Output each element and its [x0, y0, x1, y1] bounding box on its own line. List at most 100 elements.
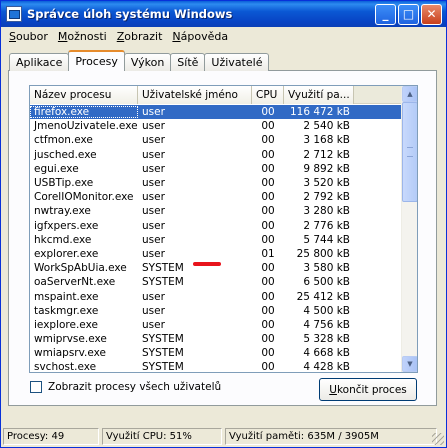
process-list[interactable]: Název procesu Uživatelské jméno CPU Využ…	[29, 85, 418, 373]
tab-procesy[interactable]: Procesy	[68, 50, 125, 71]
process-row[interactable]: nwtray.exe user 00 3 280 kB	[30, 204, 403, 218]
tab-strip: Aplikace Procesy Výkon Sítě Uživatelé	[9, 50, 270, 71]
process-row[interactable]: hkcmd.exe user 00 5 744 kB	[30, 233, 403, 247]
red-underline-annotation	[193, 262, 221, 266]
cpu-cell: 00	[261, 347, 275, 360]
process-name-cell: JmenoUzivatele.exe	[34, 120, 138, 133]
user-name-cell: user	[142, 205, 165, 218]
process-row[interactable]: egui.exe user 00 9 892 kB	[30, 162, 403, 176]
menu-napoveda[interactable]: Nápověda	[168, 30, 234, 43]
cpu-cell: 00	[261, 333, 275, 346]
cpu-cell: 00	[261, 276, 275, 289]
process-name-cell: wmiapsrv.exe	[34, 347, 106, 360]
memory-cell: 4 500 kB	[303, 304, 350, 317]
process-name-cell: egui.exe	[34, 162, 79, 175]
process-name-cell: USBTip.exe	[34, 177, 94, 190]
user-name-cell: user	[142, 304, 165, 317]
column-process-name[interactable]: Název procesu	[30, 86, 138, 104]
memory-cell: 2 712 kB	[303, 148, 350, 161]
process-row[interactable]: USBTip.exe user 00 3 520 kB	[30, 176, 403, 190]
cpu-cell: 00	[261, 304, 275, 317]
user-name-cell: user	[142, 219, 165, 232]
memory-cell: 5 328 kB	[303, 333, 350, 346]
process-row[interactable]: wmiprvse.exe SYSTEM 00 5 328 kB	[30, 332, 403, 346]
menu-moznosti[interactable]: Možnosti	[54, 30, 113, 43]
vertical-scrollbar[interactable]: ▲ ▼	[401, 86, 417, 372]
process-name-cell: igfxpers.exe	[34, 219, 99, 232]
tab-aplikace[interactable]: Aplikace	[9, 53, 70, 71]
user-name-cell: SYSTEM	[142, 276, 184, 289]
process-name-cell: CorelIOMonitor.exe	[34, 191, 134, 204]
cpu-cell: 00	[261, 290, 275, 303]
status-bar: Procesy: 49 Využití CPU: 51% Využití pam…	[1, 425, 446, 447]
column-user-name[interactable]: Uživatelské jméno	[138, 86, 252, 104]
minimize-button[interactable]: _	[375, 3, 396, 25]
process-row[interactable]: firefox.exe user 00 116 472 kB	[30, 105, 403, 120]
process-row[interactable]: wmiapsrv.exe SYSTEM 00 4 668 kB	[30, 346, 403, 360]
scroll-thumb[interactable]	[402, 102, 417, 202]
window-title: Správce úloh systému Windows	[27, 7, 233, 21]
cpu-cell: 00	[261, 148, 275, 161]
cpu-cell: 00	[261, 262, 275, 275]
show-all-users-option[interactable]: Zobrazit procesy všech uživatelů	[30, 381, 221, 393]
scroll-up-button[interactable]: ▲	[402, 86, 417, 102]
process-name-cell: WorkSpAbUia.exe	[34, 262, 127, 275]
process-row[interactable]: JmenoUzivatele.exe user 00 2 540 kB	[30, 119, 403, 133]
tab-vykon[interactable]: Výkon	[123, 53, 172, 71]
user-name-cell: SYSTEM	[142, 361, 184, 373]
memory-cell: 2 776 kB	[303, 219, 350, 232]
resize-grip[interactable]	[432, 433, 444, 445]
tab-uzivatele[interactable]: Uživatelé	[204, 53, 270, 71]
process-row[interactable]: explorer.exe user 01 25 800 kB	[30, 247, 403, 261]
process-name-cell: svchost.exe	[34, 361, 97, 373]
memory-cell: 3 580 kB	[303, 262, 350, 275]
title-bar[interactable]: Správce úloh systému Windows _ □ ✕	[1, 1, 446, 27]
process-row[interactable]: jusched.exe user 00 2 712 kB	[30, 148, 403, 162]
user-name-cell: user	[142, 162, 165, 175]
menu-soubor[interactable]: Soubor	[5, 30, 54, 43]
memory-cell: 25 412 kB	[296, 290, 350, 303]
user-name-cell: user	[142, 148, 165, 161]
process-row[interactable]: CorelIOMonitor.exe user 00 2 792 kB	[30, 190, 403, 204]
menu-zobrazit[interactable]: Zobrazit	[113, 30, 169, 43]
process-rows: firefox.exe user 00 116 472 kB JmenoUzivatel…	[30, 105, 403, 373]
column-memory[interactable]: Využití pa...	[284, 86, 354, 104]
process-name-cell: oaServerNt.exe	[34, 276, 116, 289]
process-row[interactable]: oaServerNt.exe SYSTEM 00 6 500 kB	[30, 275, 403, 289]
status-cpu-usage: Využití CPU: 51%	[102, 427, 222, 445]
process-name-cell: explorer.exe	[34, 247, 99, 260]
user-name-cell: user	[142, 134, 165, 147]
cpu-cell: 00	[261, 219, 275, 232]
cpu-cell: 00	[261, 162, 275, 175]
process-row[interactable]: mspaint.exe user 00 25 412 kB	[30, 289, 403, 303]
cpu-cell: 00	[261, 120, 275, 133]
user-name-cell: SYSTEM	[142, 333, 184, 346]
task-manager-window: Správce úloh systému Windows _ □ ✕ Soubo…	[0, 0, 447, 448]
status-process-count: Procesy: 49	[3, 427, 99, 445]
cpu-cell: 00	[261, 134, 275, 147]
process-row[interactable]: taskmgr.exe user 00 4 500 kB	[30, 304, 403, 318]
process-name-cell: nwtray.exe	[34, 205, 91, 218]
memory-cell: 3 520 kB	[303, 177, 350, 190]
memory-cell: 3 280 kB	[303, 205, 350, 218]
scroll-down-button[interactable]: ▼	[402, 356, 417, 372]
process-name-cell: firefox.exe	[30, 106, 138, 119]
process-row[interactable]: svchost.exe SYSTEM 00 4 428 kB	[30, 360, 403, 373]
memory-cell: 4 756 kB	[303, 318, 350, 331]
process-name-cell: iexplore.exe	[34, 318, 98, 331]
show-all-users-checkbox[interactable]	[30, 381, 42, 393]
tab-site[interactable]: Sítě	[170, 53, 206, 71]
close-button[interactable]: ✕	[421, 3, 442, 25]
process-row[interactable]: igfxpers.exe user 00 2 776 kB	[30, 219, 403, 233]
memory-cell: 25 800 kB	[296, 247, 350, 260]
cpu-cell: 00	[261, 191, 275, 204]
end-process-button[interactable]: Ukončit proces	[319, 378, 417, 401]
cpu-cell: 00	[261, 361, 275, 373]
process-row[interactable]: ctfmon.exe user 00 3 168 kB	[30, 133, 403, 147]
process-row[interactable]: iexplore.exe user 00 4 756 kB	[30, 318, 403, 332]
user-name-cell: user	[142, 177, 165, 190]
maximize-button[interactable]: □	[398, 3, 419, 25]
column-cpu[interactable]: CPU	[252, 86, 284, 104]
user-name-cell: user	[142, 247, 165, 260]
memory-cell: 5 744 kB	[303, 233, 350, 246]
